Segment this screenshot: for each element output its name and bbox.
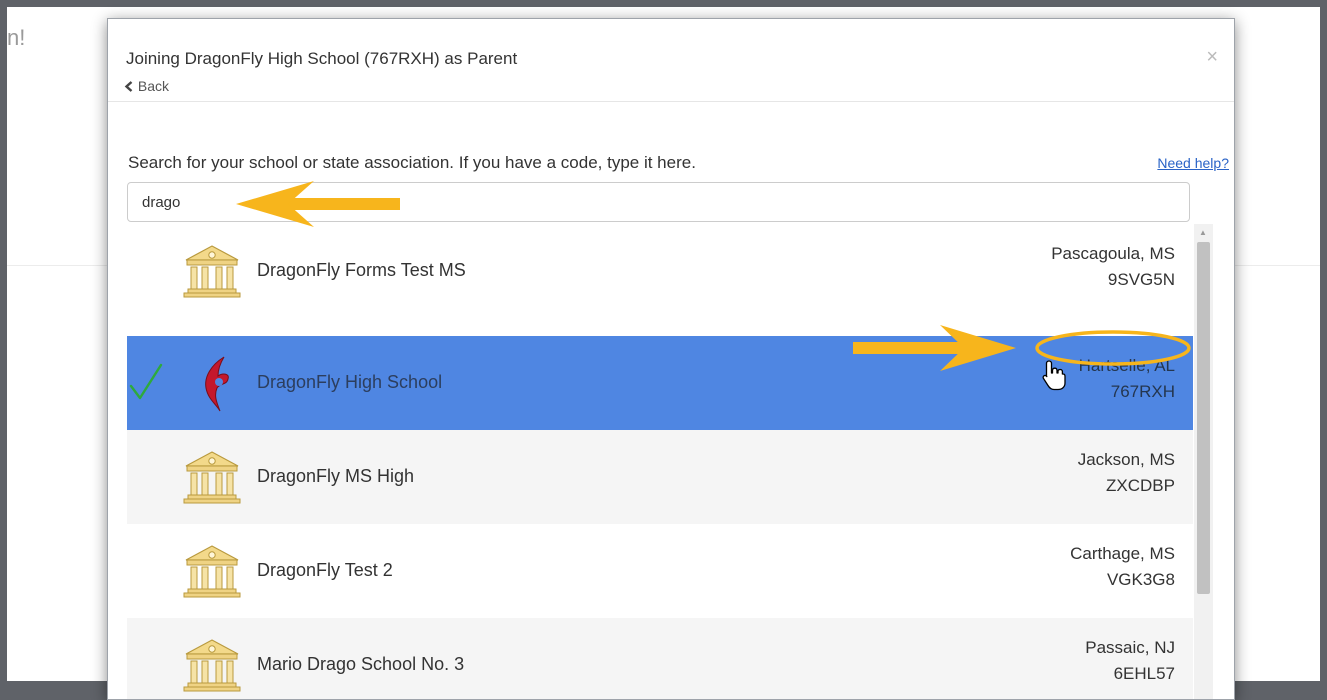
annotation-overlay	[236, 181, 1191, 371]
arrow-right-annotation-icon	[853, 325, 1016, 371]
arrow-left-annotation-icon	[236, 181, 400, 227]
hand-pointer-cursor-icon	[1042, 360, 1066, 391]
